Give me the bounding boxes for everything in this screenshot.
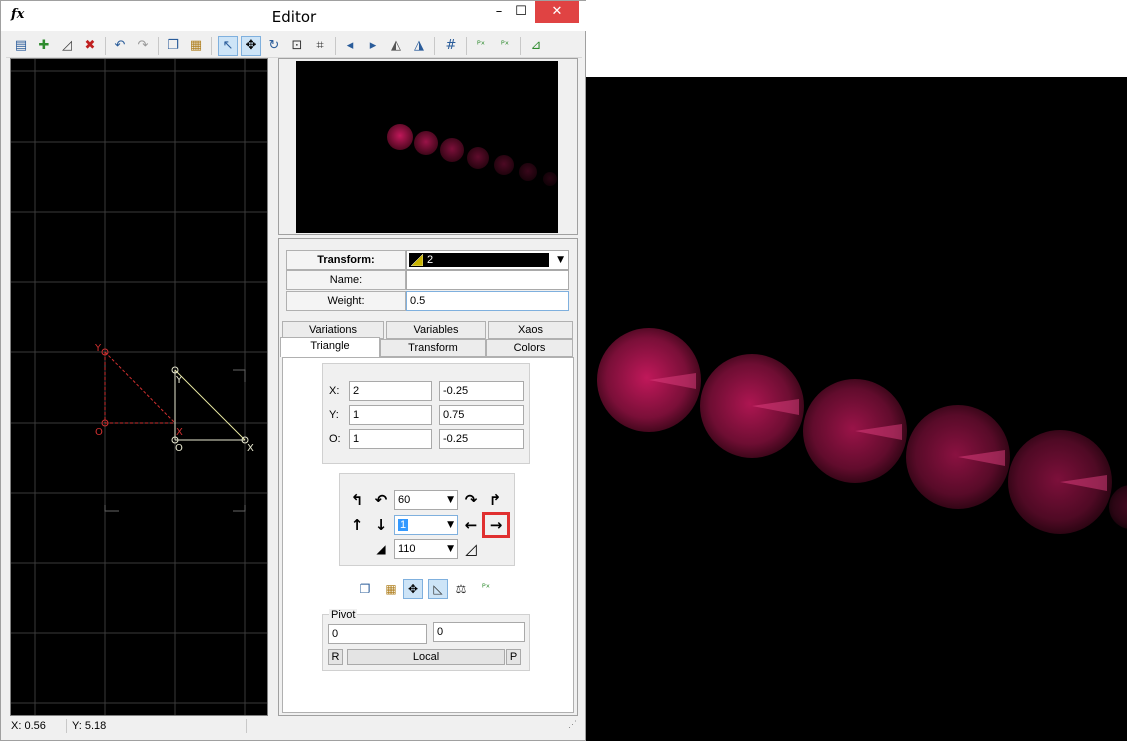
grid-icon[interactable]: #	[441, 36, 461, 56]
pick-pivot-button[interactable]: P	[506, 649, 521, 665]
flip-h-right-icon[interactable]: ▸	[363, 36, 383, 56]
red-x-label: X	[176, 427, 183, 438]
flip-v-icon[interactable]: ◭	[386, 36, 406, 56]
transform-select[interactable]: 2 ▼	[406, 250, 569, 270]
triangle-edit-icon[interactable]: ◺	[428, 579, 448, 599]
name-label: Name:	[286, 270, 406, 290]
y1-input[interactable]: 1	[349, 405, 432, 425]
red-o-label: O	[95, 427, 103, 438]
triangle-canvas[interactable]: Y O X Y O X	[10, 58, 268, 716]
rotate-icon[interactable]: ↻	[264, 36, 284, 56]
scale-percent-value: 110	[398, 543, 416, 555]
scale-down-icon[interactable]: ◢	[371, 539, 391, 559]
chevron-down-icon: ▼	[447, 495, 454, 505]
toolbar: ▤ ✚ ◿ ✖ ↶ ↷ ❐ ▦ ↖ ✥ ↻ ⊡ ⌗ ◂ ▸ ◭ ◮ # ᴾˣ ᴾ…	[6, 33, 582, 58]
copy-coords-icon[interactable]: ❐	[355, 579, 375, 599]
rotate-left-icon[interactable]: ↶	[371, 490, 391, 510]
transform-select-value: 2	[427, 254, 434, 266]
x-label: X:	[329, 385, 340, 397]
status-x: X: 0.56	[11, 720, 46, 732]
triangle-yellow-icon	[410, 253, 424, 267]
paste-coords-icon[interactable]: ▦	[381, 579, 401, 599]
reset-pivot-button[interactable]: R	[328, 649, 343, 665]
rotate-90-left-icon[interactable]: ↰	[347, 490, 367, 510]
flip-h-left-icon[interactable]: ◂	[340, 36, 360, 56]
move-up-icon[interactable]: ↑	[347, 515, 367, 535]
duplicate-icon[interactable]: ◿	[57, 36, 77, 56]
scale-up-icon[interactable]: ◿	[461, 539, 481, 559]
tab-xaos[interactable]: Xaos	[488, 321, 573, 339]
triangle-canvas-drawing: Y O X Y O X	[11, 59, 267, 715]
o2-input[interactable]: -0.25	[439, 429, 524, 449]
resize-grip-icon[interactable]: ⋰	[568, 719, 577, 730]
white-o-label: O	[175, 443, 183, 454]
chevron-down-icon: ▼	[447, 520, 454, 530]
rotate-angle-select[interactable]: 60 ▼	[394, 490, 458, 510]
post-transform-3-icon[interactable]: ⊿	[526, 36, 546, 56]
white-x-label: X	[247, 443, 254, 454]
move-left-icon[interactable]: ←	[461, 515, 481, 535]
weight-label: Weight:	[286, 291, 406, 311]
move-step-select[interactable]: 1 ▼	[394, 515, 458, 535]
add-icon[interactable]: ✚	[34, 36, 54, 56]
title-bar: fx Editor – ☐ ✕	[1, 1, 587, 31]
x1-input[interactable]: 2	[349, 381, 432, 401]
tab-transform[interactable]: Transform	[380, 339, 486, 357]
fit-icon[interactable]: ⌗	[310, 36, 330, 56]
y-label: Y:	[329, 409, 339, 421]
render-view	[586, 77, 1127, 741]
redo-icon[interactable]: ↷	[133, 36, 153, 56]
status-bar: X: 0.56 Y: 5.18 ⋰	[6, 717, 582, 737]
tab-triangle[interactable]: Triangle	[280, 337, 380, 357]
transform-label: Transform:	[286, 250, 406, 270]
move-down-icon[interactable]: ↓	[371, 515, 391, 535]
post-transform-small-icon[interactable]: ᴾˣ	[476, 579, 496, 599]
weight-input[interactable]: 0.5	[406, 291, 569, 311]
select-icon[interactable]: ↖	[218, 36, 238, 56]
copy-icon[interactable]: ❐	[163, 36, 183, 56]
red-y-label: Y	[94, 343, 102, 354]
pivot-y-input[interactable]: 0	[433, 622, 525, 642]
undo-icon[interactable]: ↶	[110, 36, 130, 56]
y2-input[interactable]: 0.75	[439, 405, 524, 425]
rotate-90-right-icon[interactable]: ↱	[485, 490, 505, 510]
white-triangle[interactable]	[171, 366, 249, 444]
canvas-grid	[11, 59, 267, 715]
chevron-down-icon: ▼	[557, 255, 564, 265]
chevron-down-icon: ▼	[447, 544, 454, 554]
post-transform-icon[interactable]: ᴾˣ	[471, 36, 491, 56]
fractal-preview	[296, 61, 558, 233]
scale-percent-select[interactable]: 110 ▼	[394, 539, 458, 559]
balance-icon[interactable]: ⚖	[451, 579, 471, 599]
local-pivot-button[interactable]: Local	[347, 649, 505, 665]
post-transform-2-icon[interactable]: ᴾˣ	[495, 36, 515, 56]
tab-variables[interactable]: Variables	[386, 321, 486, 339]
status-y: Y: 5.18	[72, 720, 107, 732]
x2-input[interactable]: -0.25	[439, 381, 524, 401]
pivot-title: Pivot	[329, 609, 358, 621]
close-button[interactable]: ✕	[535, 1, 579, 23]
paste-icon[interactable]: ▦	[186, 36, 206, 56]
white-y-label: Y	[175, 375, 183, 386]
rotate-angle-value: 60	[398, 494, 411, 506]
scale-icon[interactable]: ⊡	[287, 36, 307, 56]
move-right-icon[interactable]: →	[486, 515, 506, 535]
move-icon[interactable]: ✥	[241, 36, 261, 56]
tab-colors[interactable]: Colors	[486, 339, 573, 357]
name-input[interactable]	[406, 270, 569, 290]
transform-select-value-box: 2	[409, 253, 549, 267]
world-pivot-icon[interactable]: ✥	[403, 579, 423, 599]
flip-h-icon[interactable]: ◮	[409, 36, 429, 56]
o-label: O:	[329, 433, 341, 445]
new-icon[interactable]: ▤	[11, 36, 31, 56]
red-triangle[interactable]	[101, 348, 176, 427]
delete-icon[interactable]: ✖	[80, 36, 100, 56]
o1-input[interactable]: 1	[349, 429, 432, 449]
pivot-x-input[interactable]: 0	[328, 624, 427, 644]
rotate-right-icon[interactable]: ↷	[461, 490, 481, 510]
render-drawing	[597, 328, 1127, 534]
preview-drawing	[387, 124, 557, 186]
editor-window: fx Editor – ☐ ✕ ▤ ✚ ◿ ✖ ↶ ↷ ❐ ▦ ↖ ✥ ↻ ⊡ …	[0, 0, 587, 741]
move-step-value: 1	[398, 519, 409, 531]
